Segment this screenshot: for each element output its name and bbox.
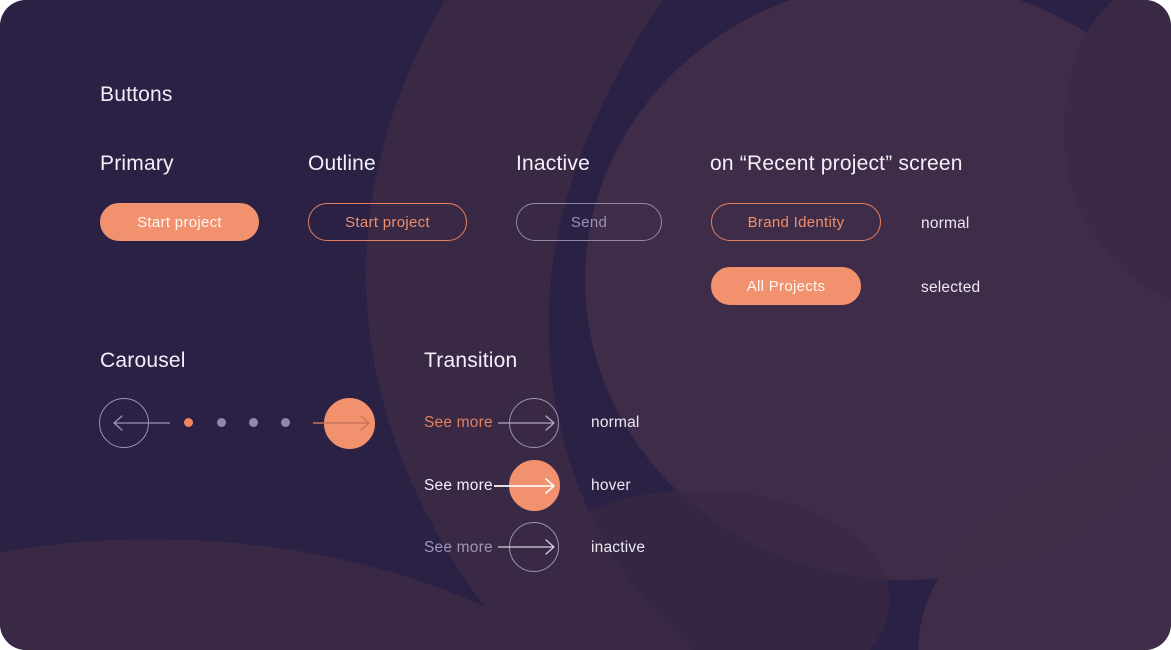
page-title: Buttons <box>100 83 173 106</box>
transition-state-hover: hover <box>591 477 631 494</box>
carousel-dot-3[interactable] <box>249 418 258 427</box>
transition-label: Transition <box>424 349 518 372</box>
group-label-recent-project: on “Recent project” screen <box>710 152 963 175</box>
design-canvas: Buttons Primary Start project Outline St… <box>0 0 1171 650</box>
carousel-dot-2[interactable] <box>217 418 226 427</box>
transition-state-inactive: inactive <box>591 539 646 556</box>
start-project-primary-button[interactable]: Start project <box>100 203 259 241</box>
arrow-left-icon <box>113 415 170 431</box>
all-projects-button[interactable]: All Projects <box>711 267 861 305</box>
group-label-primary: Primary <box>100 152 174 175</box>
send-inactive-button: Send <box>516 203 662 241</box>
brand-identity-button[interactable]: Brand Identity <box>711 203 881 241</box>
state-label-selected: selected <box>921 279 981 296</box>
group-label-outline: Outline <box>308 152 376 175</box>
carousel-dot-4[interactable] <box>281 418 290 427</box>
start-project-outline-button[interactable]: Start project <box>308 203 467 241</box>
arrow-right-icon <box>494 478 555 494</box>
see-more-link-normal[interactable]: See more <box>424 414 493 432</box>
see-more-link-inactive: See more <box>424 539 493 556</box>
arrow-right-icon <box>313 415 370 431</box>
group-label-inactive: Inactive <box>516 152 590 175</box>
state-label-normal: normal <box>921 215 970 232</box>
arrow-right-icon <box>498 539 555 555</box>
see-more-link-hover[interactable]: See more <box>424 477 493 495</box>
transition-state-normal: normal <box>591 414 640 431</box>
carousel-label: Carousel <box>100 349 186 372</box>
arrow-right-icon <box>498 415 555 431</box>
carousel-dot-1[interactable] <box>184 418 193 427</box>
